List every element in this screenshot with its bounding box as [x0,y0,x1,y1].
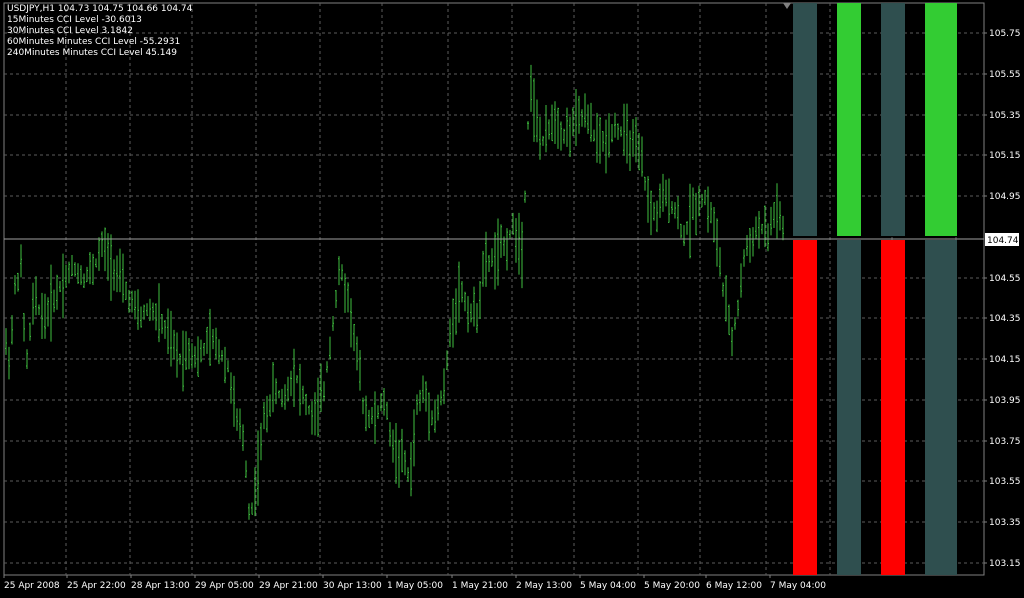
current-price-text: 104.74 [987,236,1019,246]
cci-240m-label: 240Minutes Minutes CCI Level 45.149 [7,48,177,58]
cci-bar-upper-15Minutes [793,3,817,236]
x-tick-label: 1 May 05:00 [387,581,443,591]
y-tick-label: 105.35 [989,111,1021,121]
x-tick-label: 5 May 04:00 [580,581,636,591]
y-tick-label: 103.15 [989,559,1021,569]
y-tick-label: 103.55 [989,477,1021,487]
cci-bar-upper-60Minutes [881,3,905,236]
y-tick-label: 105.75 [989,29,1021,39]
cci-bar-lower-30Minutes [837,240,861,575]
x-tick-label: 7 May 04:00 [770,581,826,591]
cci-bar-upper-240Minutes [925,3,957,236]
y-tick-label: 103.35 [989,518,1021,528]
x-tick-label: 30 Apr 13:00 [323,581,382,591]
y-tick-label: 104.95 [989,192,1021,202]
x-tick-label: 29 Apr 05:00 [195,581,254,591]
cci-bar-upper-30Minutes [837,3,861,236]
cci-bar-lower-15Minutes [793,240,817,575]
chart-window[interactable]: 105.75 105.55 105.35 105.15 104.95 104.55 104.… [0,0,1024,594]
x-tick-label: 25 Apr 2008 [4,581,60,591]
x-tick-label: 2 May 13:00 [516,581,572,591]
x-tick-label: 6 May 12:00 [706,581,762,591]
x-tick-label: 5 May 20:00 [644,581,700,591]
y-tick-label: 105.15 [989,151,1021,161]
y-tick-label: 104.55 [989,274,1021,284]
x-tick-label: 29 Apr 21:00 [259,581,318,591]
symbol-info: USDJPY,H1 104.73 104.75 104.66 104.74 [7,4,193,14]
cci-bar-lower-60Minutes [881,240,905,575]
y-tick-label: 105.55 [989,70,1021,80]
cci-30m-label: 30Minutes CCI Level 3.1842 [7,26,133,36]
cci-bar-lower-240Minutes [925,240,957,575]
cci-60m-label: 60Minutes Minutes CCI Level -55.2931 [7,37,181,47]
y-tick-label: 104.35 [989,314,1021,324]
y-tick-label: 104.15 [989,355,1021,365]
x-tick-label: 25 Apr 22:00 [67,581,126,591]
current-price-label: 104.74 [985,233,1019,246]
chart-canvas[interactable]: 105.75 105.55 105.35 105.15 104.95 104.55 104.… [0,0,1024,594]
y-tick-label: 103.75 [989,437,1021,447]
y-tick-label: 103.95 [989,396,1021,406]
x-tick-label: 28 Apr 13:00 [131,581,190,591]
cci-15m-label: 15Minutes CCI Level -30.6013 [7,15,142,25]
x-tick-label: 1 May 21:00 [452,581,508,591]
